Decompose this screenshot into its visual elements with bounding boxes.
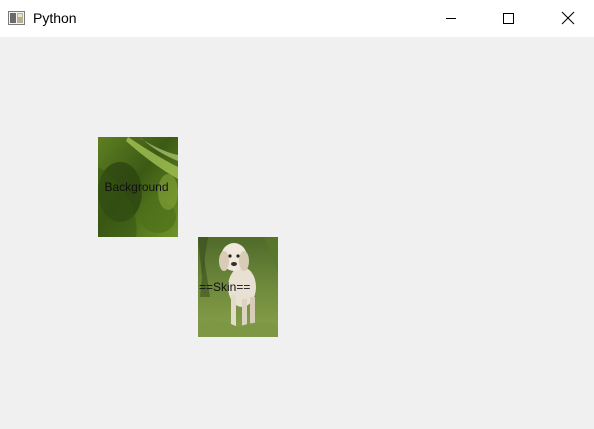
close-button[interactable] bbox=[545, 0, 591, 36]
maximize-button[interactable] bbox=[485, 0, 531, 36]
client-area bbox=[0, 37, 594, 429]
app-window: Python Background ==Skin== bbox=[0, 0, 594, 429]
close-icon bbox=[561, 11, 575, 25]
title-bar[interactable]: Python bbox=[0, 0, 594, 37]
background-label[interactable]: Background bbox=[98, 137, 178, 237]
window-title: Python bbox=[33, 10, 77, 26]
skin-label-text: ==Skin== bbox=[199, 280, 251, 294]
skin-label[interactable]: ==Skin== bbox=[198, 237, 278, 337]
minimize-icon bbox=[445, 12, 457, 24]
background-label-text: Background bbox=[104, 180, 169, 194]
app-window-icon[interactable] bbox=[8, 11, 25, 25]
minimize-button[interactable] bbox=[428, 0, 474, 36]
maximize-icon bbox=[502, 12, 514, 24]
